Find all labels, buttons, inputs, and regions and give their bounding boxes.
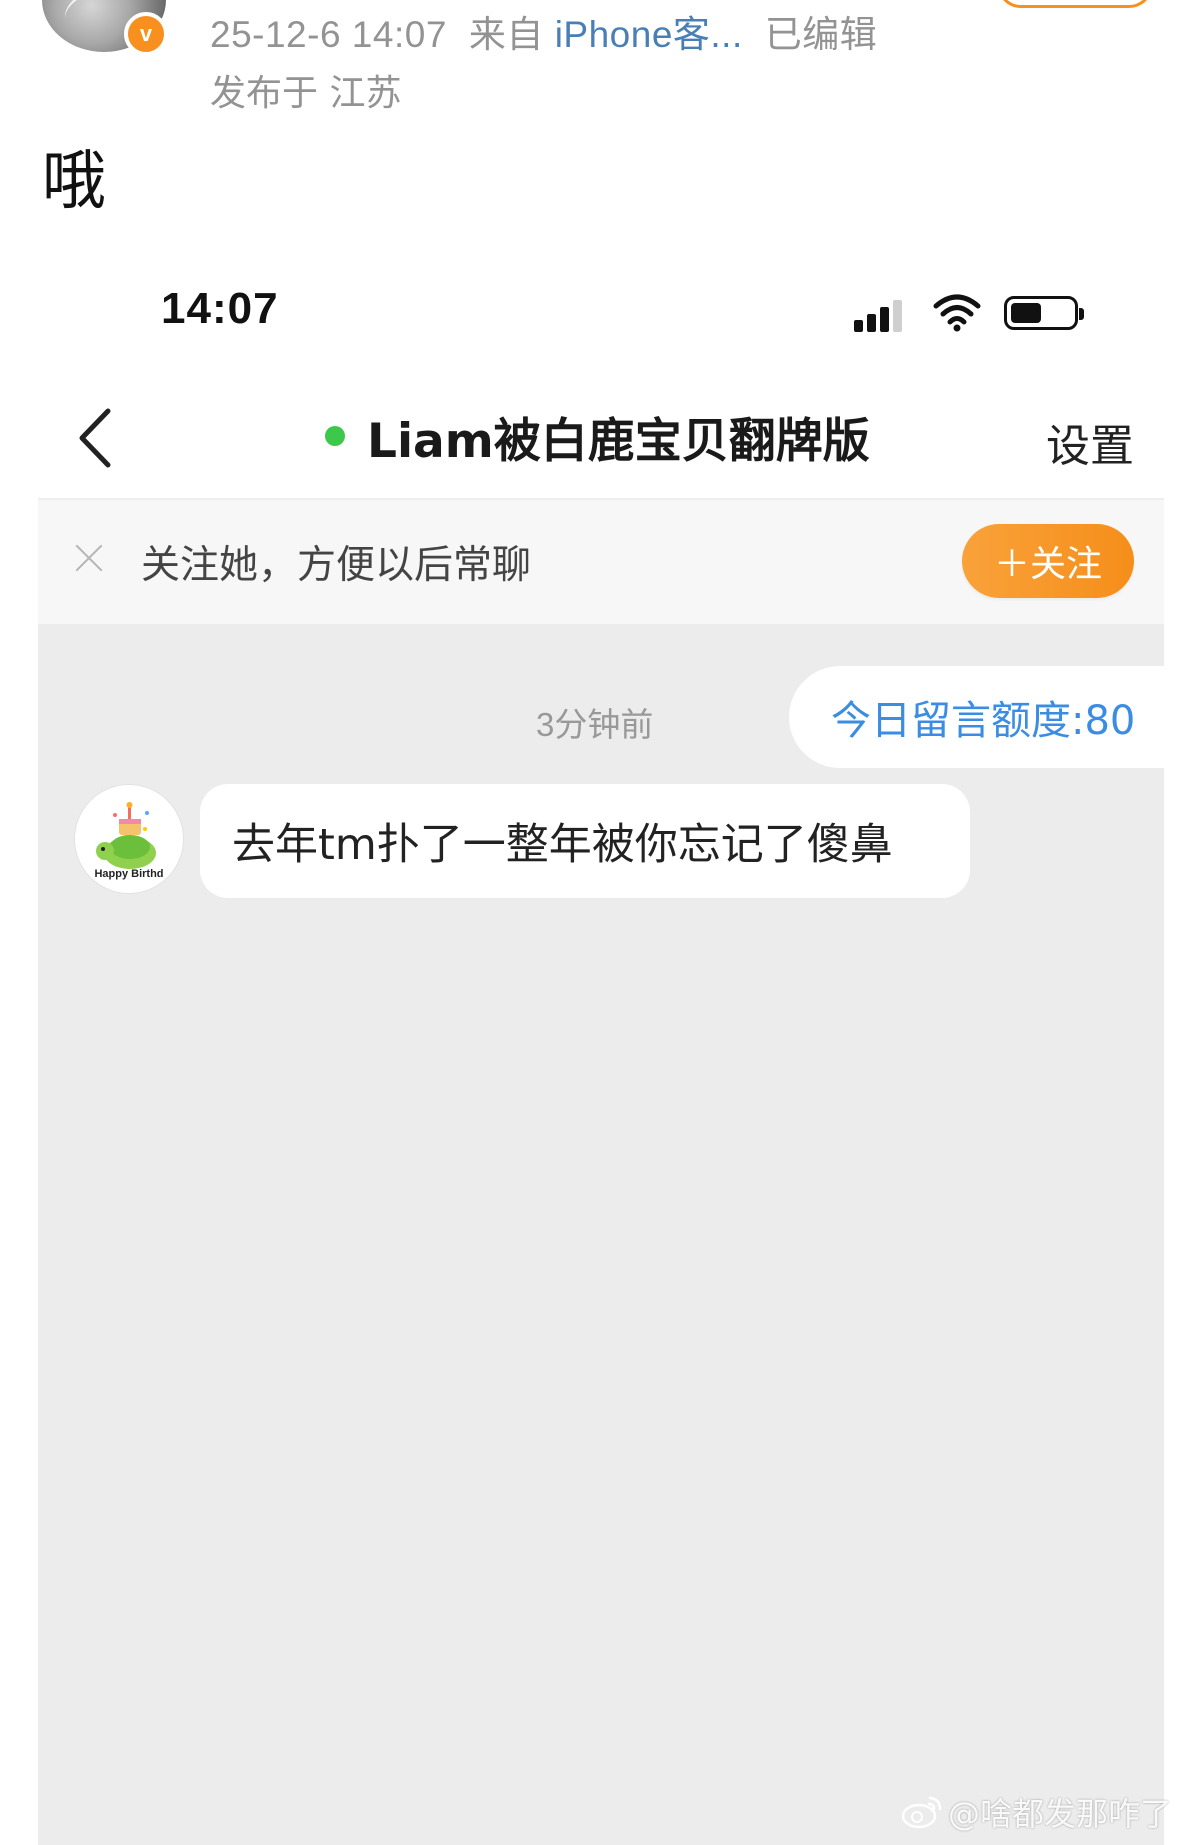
wifi-icon: [933, 294, 981, 332]
post-follow-button[interactable]: [997, 0, 1153, 8]
weibo-logo-icon: [901, 1796, 942, 1829]
signal-icon: [854, 298, 910, 332]
follow-button[interactable]: ＋关注: [962, 524, 1134, 598]
status-bar-icons: [854, 292, 1094, 332]
follow-prompt-text: 关注她，方便以后常聊: [141, 543, 532, 588]
follow-suggestion-bar: 关注她，方便以后常聊 ＋关注: [38, 500, 1164, 624]
watermark-text: @啥都发那咋了: [947, 1795, 1172, 1833]
message-quota-pill[interactable]: 今日留言额度:80: [789, 666, 1164, 768]
chat-title: Liam被白鹿宝贝翻牌版: [325, 404, 870, 469]
watermark: @啥都发那咋了: [900, 1789, 1172, 1835]
battery-icon: [1004, 296, 1084, 330]
post-source-link[interactable]: iPhone客...: [555, 14, 743, 55]
embedded-chat-screenshot: 14:07 Liam被白鹿宝贝翻牌版 设置 关注她，方便以后常聊 ＋关注 3分钟…: [38, 258, 1164, 1845]
settings-button[interactable]: 设置: [1046, 410, 1134, 474]
message-bubble[interactable]: 去年tm扑了一整年被你忘记了傻鼻: [200, 784, 970, 898]
message-timestamp: 3分钟前: [536, 706, 654, 743]
post-text: 哦: [42, 145, 106, 219]
post-meta: 25-12-6 14:07 来自 iPhone客... 已编辑: [210, 4, 877, 58]
sender-avatar[interactable]: Happy Birthd: [74, 784, 184, 894]
post-location: 发布于 江苏: [210, 73, 402, 114]
status-bar-time: 14:07: [161, 284, 279, 333]
online-status-dot: [325, 426, 345, 446]
back-chevron-icon[interactable]: [68, 403, 128, 473]
verified-badge-icon: v: [124, 12, 168, 56]
post-from-label: 来自: [468, 14, 544, 55]
chat-title-text: Liam被白鹿宝贝翻牌版: [367, 413, 870, 469]
post-time: 25-12-6 14:07: [210, 14, 447, 55]
avatar-caption: Happy Birthd: [94, 868, 164, 880]
close-icon[interactable]: [71, 540, 107, 576]
chat-area[interactable]: 3分钟前 今日留言额度:80 Happy Birthd 去年tm扑了一整年被你忘…: [38, 624, 1164, 1845]
post-edited-label[interactable]: 已编辑: [765, 14, 878, 55]
